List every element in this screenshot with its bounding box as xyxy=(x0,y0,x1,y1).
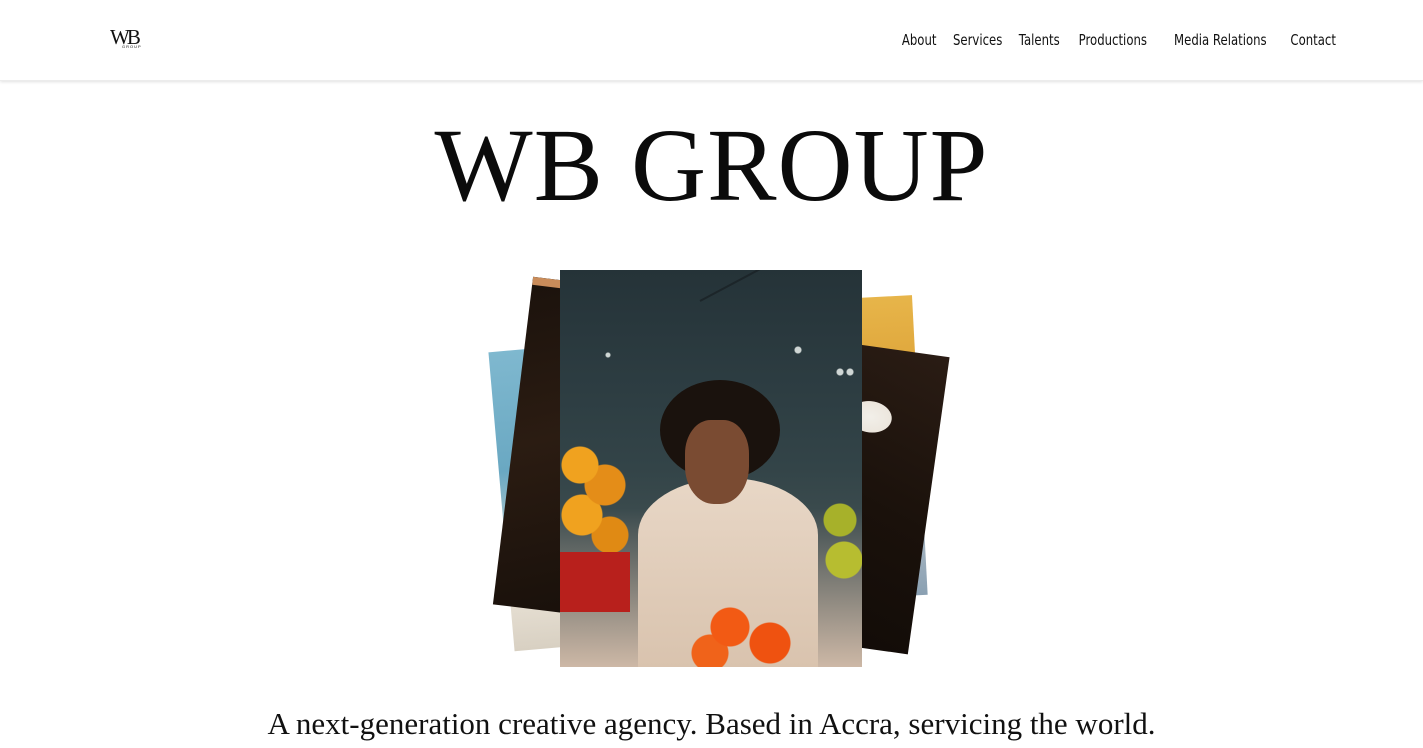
nav-link-talents[interactable]: Talents xyxy=(1019,29,1060,51)
wb-group-logo[interactable]: WB GROUP xyxy=(110,26,152,52)
logo-subtext: GROUP xyxy=(122,44,142,49)
site-header: WB GROUP About Services Talents Producti… xyxy=(0,0,1423,81)
photo-detail-tomatoes xyxy=(690,605,810,667)
nav-link-media-relations[interactable]: Media Relations xyxy=(1174,29,1267,51)
nav-link-contact[interactable]: Contact xyxy=(1290,29,1336,51)
hero-title: WB GROUP xyxy=(434,108,989,223)
nav-link-about[interactable]: About xyxy=(902,29,937,51)
main-nav: About Services Talents Productions Media… xyxy=(902,29,1336,51)
photo-detail-green-peppers xyxy=(820,500,862,590)
photo-card-front-market-vendor xyxy=(560,270,862,667)
photo-collage xyxy=(470,262,950,682)
photo-detail-person-face xyxy=(685,420,749,504)
nav-link-services[interactable]: Services xyxy=(953,29,1002,51)
photo-detail-peppers xyxy=(560,445,630,555)
hero-tagline: A next-generation creative agency. Based… xyxy=(267,706,1156,741)
photo-detail-sign xyxy=(560,552,630,612)
nav-link-productions[interactable]: Productions xyxy=(1079,29,1147,51)
